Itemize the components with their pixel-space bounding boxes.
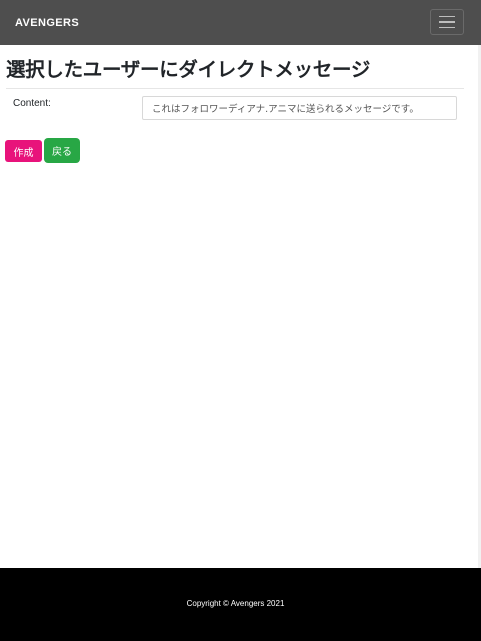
copyright-text: Copyright © Avengers 2021 xyxy=(186,599,285,608)
navbar-toggle-button[interactable] xyxy=(430,9,464,35)
page-title: 選択したユーザーにダイレクトメッセージ xyxy=(6,58,371,81)
brand-link[interactable]: AVENGERS xyxy=(15,16,79,30)
hamburger-menu-icon xyxy=(439,21,455,23)
hamburger-menu-icon xyxy=(439,26,455,29)
content-input[interactable] xyxy=(142,96,457,120)
page: AVENGERS 選択したユーザーにダイレクトメッセージ Content: 作成… xyxy=(0,0,481,641)
content-label: Content: xyxy=(13,98,51,109)
hamburger-menu-icon xyxy=(439,15,455,18)
back-button[interactable]: 戻る xyxy=(44,138,80,163)
create-button[interactable]: 作成 xyxy=(5,140,42,162)
navbar: AVENGERS xyxy=(0,0,481,45)
title-divider xyxy=(6,88,464,89)
